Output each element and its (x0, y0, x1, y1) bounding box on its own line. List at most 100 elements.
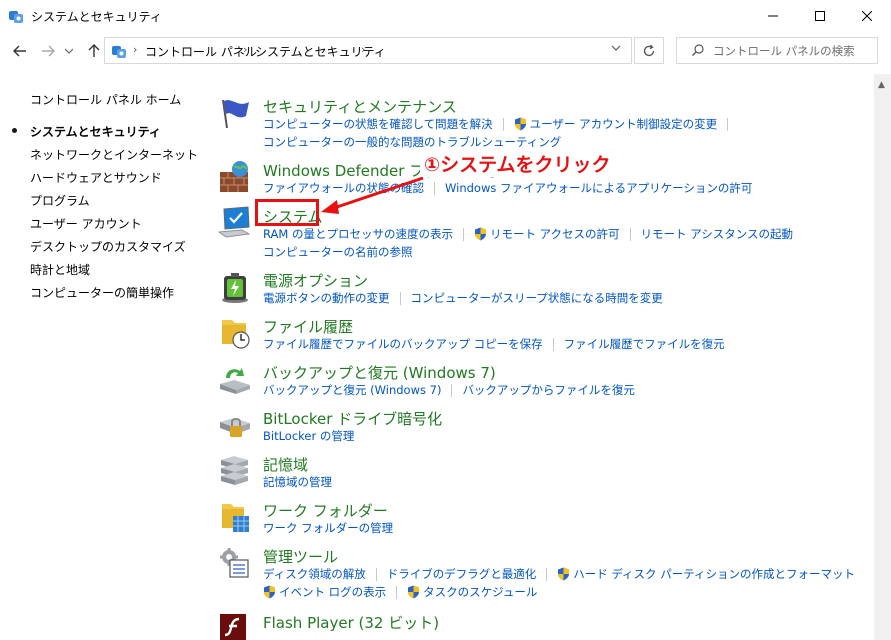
link-separator (434, 181, 435, 195)
search-box[interactable] (676, 37, 878, 64)
back-button[interactable] (10, 40, 30, 62)
link-check-status[interactable]: コンピューターの状態を確認して問題を解決 (263, 116, 493, 132)
category-title[interactable]: ワーク フォルダー (263, 500, 388, 521)
sidebar-item-user-accounts[interactable]: ユーザー アカウント (30, 215, 142, 232)
link-backup-restore-win7[interactable]: バックアップと復元 (Windows 7) (263, 382, 441, 398)
link-ram-processor[interactable]: RAM の量とプロセッサの速度の表示 (263, 226, 453, 242)
control-panel-icon (9, 11, 23, 23)
uac-shield-icon (264, 585, 275, 599)
uac-shield-icon (408, 585, 420, 599)
link-remote-assistance[interactable]: リモート アシスタンスの起動 (641, 226, 793, 242)
link-separator (375, 567, 377, 581)
link-row: RAM の量とプロセッサの速度の表示 リモート アクセスの許可 リモート アシス… (263, 226, 793, 242)
link-separator (451, 383, 453, 397)
admin-tools-icon (220, 548, 249, 578)
link-manage-work-folders[interactable]: ワーク フォルダーの管理 (263, 520, 393, 536)
file-history-icon (222, 320, 250, 349)
category-title[interactable]: ファイル履歴 (263, 316, 353, 337)
category-title[interactable]: バックアップと復元 (Windows 7) (263, 362, 496, 383)
highlight-box (255, 199, 319, 226)
refresh-icon (643, 44, 655, 56)
link-manage-bitlocker[interactable]: BitLocker の管理 (263, 428, 354, 444)
link-save-backup[interactable]: ファイル履歴でファイルのバックアップ コピーを保存 (263, 336, 543, 352)
search-input[interactable] (713, 42, 873, 60)
link-allow-app[interactable]: Windows ファイアウォールによるアプリケーションの許可 (445, 180, 752, 196)
link-restore-file[interactable]: ファイル履歴でファイルを復元 (564, 336, 725, 352)
sidebar-item-network[interactable]: ネットワークとインターネット (30, 146, 198, 163)
refresh-button[interactable] (634, 37, 664, 64)
up-arrow-icon (88, 44, 100, 57)
close-icon (862, 11, 872, 21)
breadcrumb-separator[interactable]: › (361, 43, 365, 56)
link-remote-access[interactable]: リモート アクセスの許可 (490, 226, 620, 242)
flash-player-icon (220, 614, 246, 640)
maximize-button[interactable] (797, 0, 843, 32)
up-button[interactable] (84, 40, 104, 62)
link-troubleshooting[interactable]: コンピューターの一般的な問題のトラブルシューティング (263, 134, 561, 150)
minimize-button[interactable] (750, 0, 796, 32)
uac-shield-icon (474, 227, 486, 241)
annotation-arrow-icon (321, 176, 424, 214)
link-row: ワーク フォルダーの管理 (263, 520, 393, 536)
link-separator (552, 337, 554, 351)
link-separator (462, 227, 464, 241)
category-title[interactable]: 記憶域 (263, 454, 308, 475)
link-defrag[interactable]: ドライブのデフラグと最適化 (387, 566, 537, 582)
work-folders-icon (222, 504, 249, 532)
backup-icon (220, 368, 250, 394)
chevron-down-icon[interactable] (611, 44, 621, 52)
sidebar-item-hardware[interactable]: ハードウェアとサウンド (30, 169, 162, 186)
window-title: システムとセキュリティ (31, 10, 162, 24)
breadcrumb-system-security[interactable]: システムとセキュリティ (255, 43, 386, 60)
bitlocker-icon (220, 418, 250, 437)
link-event-log[interactable]: イベント ログの表示 (279, 584, 386, 600)
category-title[interactable]: セキュリティとメンテナンス (263, 96, 457, 117)
scroll-up-icon[interactable]: ▲ (878, 80, 885, 90)
link-disk-partition[interactable]: ハード ディスク パーティションの作成とフォーマット (573, 566, 855, 582)
link-separator (629, 227, 631, 241)
link-sleep-time[interactable]: コンピューターがスリープ状態になる時間を変更 (411, 290, 663, 306)
address-bar[interactable]: › コントロール パネル › システムとセキュリティ › (104, 37, 632, 64)
category-title[interactable]: Flash Player (32 ビット) (263, 612, 439, 633)
link-task-schedule[interactable]: タスクのスケジュール (423, 584, 537, 600)
flag-icon (222, 99, 249, 129)
minimize-icon (768, 15, 778, 17)
sidebar-item-ease-of-access[interactable]: コンピューターの簡単操作 (30, 284, 174, 301)
link-row: コンピューターの名前の参照 (263, 244, 413, 260)
forward-button[interactable] (38, 40, 58, 62)
sidebar-item-system-security[interactable]: システムとセキュリティ (30, 123, 161, 140)
sidebar-home-link[interactable]: コントロール パネル ホーム (30, 91, 181, 108)
chevron-down-icon (65, 48, 73, 54)
category-title[interactable]: 管理ツール (263, 546, 338, 567)
link-row: コンピューターの一般的な問題のトラブルシューティング (263, 134, 561, 150)
link-computer-name[interactable]: コンピューターの名前の参照 (263, 244, 413, 260)
link-disk-cleanup[interactable]: ディスク領域の解放 (263, 566, 366, 582)
recent-locations-button[interactable] (62, 40, 76, 62)
breadcrumb-control-panel[interactable]: コントロール パネル (145, 43, 257, 60)
link-row: ファイル履歴でファイルのバックアップ コピーを保存 ファイル履歴でファイルを復元 (263, 336, 725, 352)
link-separator (546, 567, 548, 581)
link-uac-settings[interactable]: ユーザー アカウント制御設定の変更 (530, 116, 717, 132)
link-separator (727, 117, 729, 131)
link-restore-from-backup[interactable]: バックアップからファイルを復元 (462, 382, 635, 398)
link-row: ディスク領域の解放 ドライブのデフラグと最適化 ハード ディスク パーティション… (263, 566, 855, 582)
vertical-scrollbar[interactable]: ▲ (874, 74, 891, 640)
link-separator (502, 117, 504, 131)
category-title[interactable]: 電源オプション (263, 270, 368, 291)
link-row: イベント ログの表示 タスクのスケジュール (263, 584, 537, 600)
link-row: バックアップと復元 (Windows 7) バックアップからファイルを復元 (263, 382, 635, 398)
link-separator (396, 585, 398, 599)
link-power-button[interactable]: 電源ボタンの動作の変更 (263, 290, 390, 306)
annotation-text: ①システムをクリック (420, 150, 615, 177)
system-computer-icon (218, 206, 251, 238)
category-title[interactable]: BitLocker ドライブ暗号化 (263, 408, 442, 429)
link-manage-storage[interactable]: 記憶域の管理 (263, 474, 332, 490)
maximize-icon (815, 11, 825, 21)
sidebar-item-clock-region[interactable]: 時計と地域 (30, 261, 90, 278)
sidebar-item-programs[interactable]: プログラム (30, 192, 90, 209)
link-row: 記憶域の管理 (263, 474, 332, 490)
breadcrumb-separator[interactable]: › (243, 43, 247, 56)
sidebar-item-desktop[interactable]: デスクトップのカスタマイズ (30, 238, 186, 255)
close-button[interactable] (844, 0, 890, 32)
breadcrumb-separator: › (133, 43, 138, 56)
